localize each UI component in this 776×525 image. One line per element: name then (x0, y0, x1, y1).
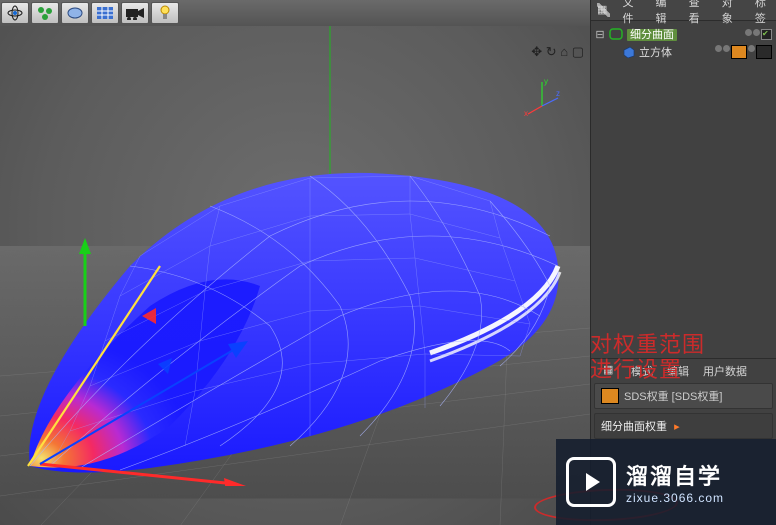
tool-grid-icon[interactable] (91, 2, 119, 24)
sds-tag-icon (601, 388, 619, 404)
tool-light-icon[interactable] (151, 2, 179, 24)
tool-camera-icon[interactable] (121, 2, 149, 24)
tree-row-cube[interactable]: 立方体 (595, 43, 772, 61)
attr-tag-section: SDS权重 [SDS权重] (594, 383, 773, 409)
play-icon (566, 457, 616, 507)
axis-gizmo-icon[interactable]: y z x (522, 76, 562, 116)
menu-object[interactable]: 对象 (722, 0, 743, 26)
axis-z-label: z (556, 89, 560, 98)
viewport-ground (0, 246, 590, 499)
watermark: 溜溜自学 zixue.3066.com (556, 439, 776, 525)
viewport-nav-icons[interactable]: ✥ ↻ ⌂ ▢ (531, 44, 584, 60)
tree-label-cube: 立方体 (639, 44, 715, 60)
attr-sds-weight-label: 细分曲面权重 (601, 421, 667, 433)
sds-weight-tag-icon[interactable] (756, 45, 772, 59)
phong-tag-icon[interactable] (731, 45, 747, 59)
tree-row-subdivision[interactable]: ⊟ 细分曲面 (595, 25, 772, 43)
watermark-title: 溜溜自学 (626, 459, 724, 491)
attr-sds-weight-row[interactable]: 细分曲面权重 ▸ (594, 413, 773, 439)
tool-shape-icon[interactable] (61, 2, 89, 24)
chevron-right-icon: ▸ (674, 421, 680, 433)
tree-toggles-child[interactable] (715, 45, 772, 59)
tree-label-subdivision: 细分曲面 (627, 26, 745, 42)
subdivision-icon (608, 27, 624, 41)
tool-molecule-icon[interactable] (31, 2, 59, 24)
menu-file[interactable]: 文件 (622, 0, 643, 26)
object-tree: ⊟ 细分曲面 立方体 (591, 21, 776, 61)
tree-expander[interactable]: ⊟ (595, 28, 605, 41)
watermark-url: zixue.3066.com (626, 491, 724, 505)
top-toolbar (0, 0, 590, 27)
viewport[interactable]: y z x ✥ ↻ ⌂ ▢ (0, 26, 590, 525)
attr-tag-title: SDS权重 [SDS权重] (624, 388, 722, 404)
object-manager-menu: ▦ 文件 编辑 查看 对象 标签 (591, 0, 776, 21)
annotation-text: 对权重范围 进行设置 (590, 332, 760, 382)
tree-toggles[interactable] (745, 29, 772, 40)
tool-atom-icon[interactable] (1, 2, 29, 24)
cube-icon (620, 45, 636, 59)
axis-y-label: y (544, 77, 548, 86)
menu-edit[interactable]: 编辑 (656, 0, 677, 26)
axis-x-label: x (524, 109, 528, 116)
menu-tags[interactable]: 标签 (755, 0, 776, 26)
menu-view[interactable]: 查看 (689, 0, 710, 26)
layers-icon: ▦ (597, 3, 610, 17)
